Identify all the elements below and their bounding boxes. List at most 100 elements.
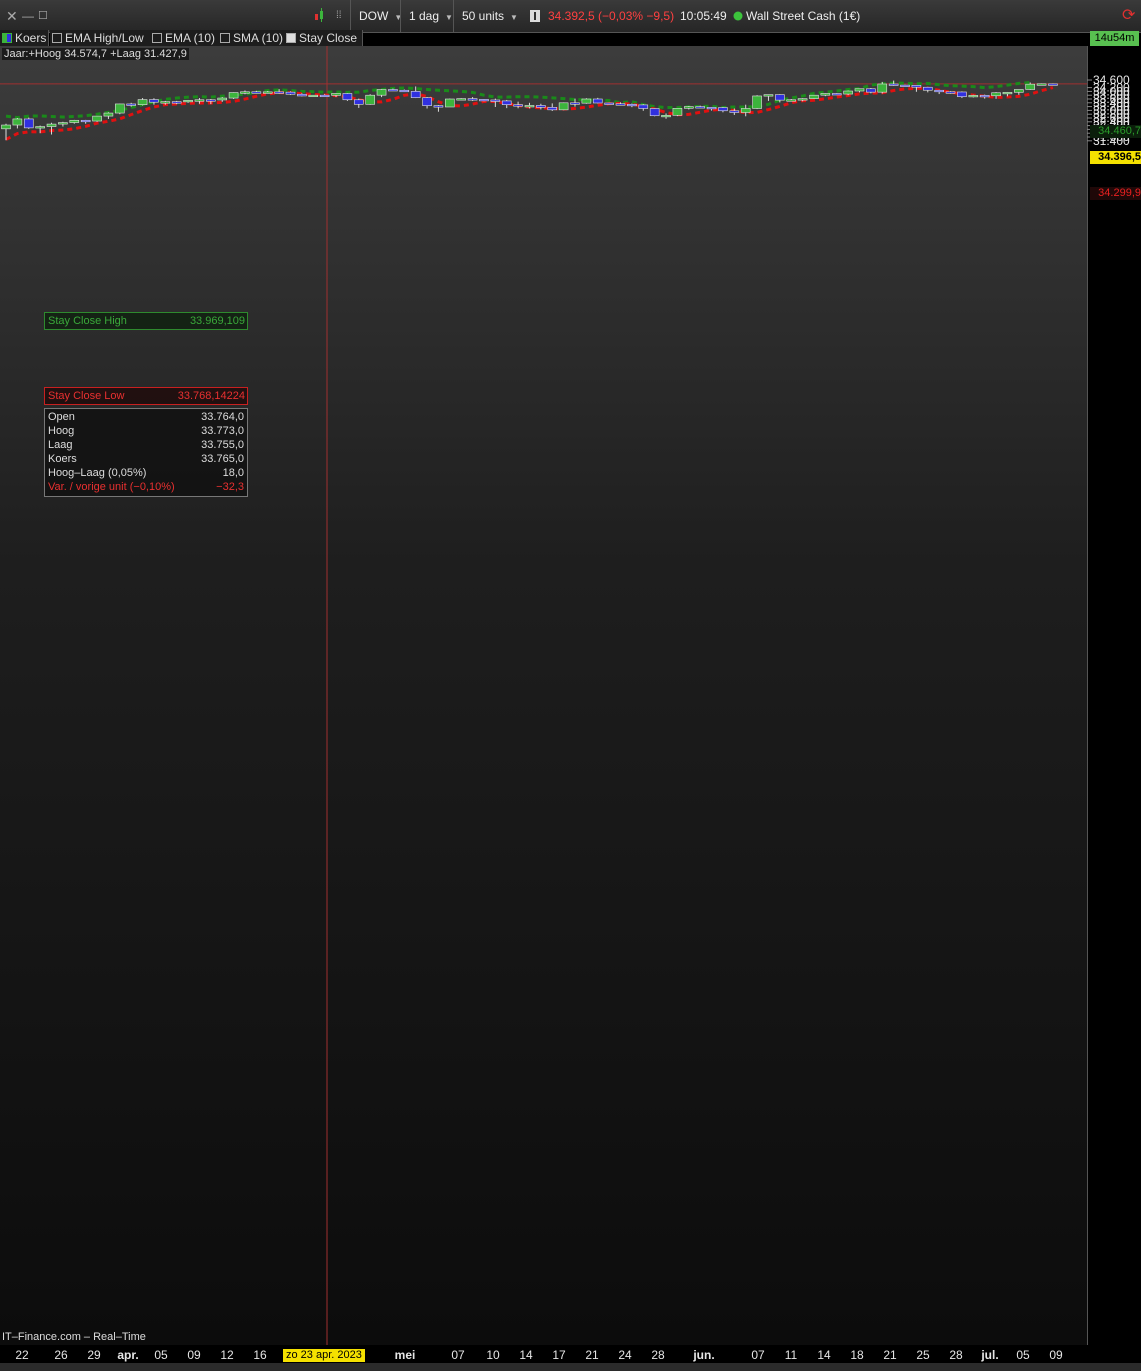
stay-close-high-line xyxy=(5,80,1031,120)
x-tick-label: 12 xyxy=(220,1348,234,1362)
candle-body xyxy=(615,103,626,106)
candle-body xyxy=(991,92,1001,97)
candle-body xyxy=(843,90,853,95)
candle-body xyxy=(376,89,387,96)
info-value: 18,0 xyxy=(222,467,244,479)
stay-high-price-box: 34.460,7 xyxy=(1090,125,1141,138)
candle-body xyxy=(979,95,990,98)
candle-body xyxy=(206,99,216,102)
candle-body xyxy=(718,107,728,112)
candle-body xyxy=(1036,83,1047,86)
candle-body xyxy=(353,99,364,105)
candle-body xyxy=(410,91,421,98)
candle-body xyxy=(809,94,819,99)
x-tick-label: jul. xyxy=(980,1348,998,1362)
candle-body xyxy=(524,105,535,108)
x-tick-label: jun. xyxy=(692,1348,714,1362)
candle-body xyxy=(285,91,296,95)
x-tick-label: 05 xyxy=(154,1348,168,1362)
candle-body xyxy=(547,107,558,111)
candle-body xyxy=(706,107,717,110)
candle-body xyxy=(729,110,740,113)
candle-body xyxy=(12,118,23,126)
legend-label: Stay Close xyxy=(299,31,358,45)
chart-svg[interactable]: 34.60034.20034.00033.80033.60033.40033.2… xyxy=(0,0,1141,1371)
candle-body xyxy=(183,100,193,103)
candle-body xyxy=(251,91,262,94)
candle-body xyxy=(911,85,922,88)
x-tick-label: 21 xyxy=(585,1348,599,1362)
candle-body xyxy=(1048,83,1058,86)
legend-ema-10[interactable]: EMA (10) xyxy=(150,30,221,46)
info-row-range: Hoog–Laag (0,05%) 18,0 xyxy=(48,466,244,480)
candle-body xyxy=(23,118,34,129)
x-tick-label: 18 xyxy=(850,1348,864,1362)
checkbox-icon xyxy=(286,33,296,43)
candle-body xyxy=(877,83,888,93)
checkbox-icon xyxy=(152,33,162,43)
legend-stay-close[interactable]: Stay Close xyxy=(284,30,363,46)
candle-body xyxy=(866,88,876,93)
legend-sma-10[interactable]: SMA (10) xyxy=(218,30,287,46)
candle-body xyxy=(171,101,182,104)
x-tick-label: 26 xyxy=(54,1348,68,1362)
candle-body xyxy=(46,123,57,127)
info-label: Hoog xyxy=(48,425,75,437)
legend-label: EMA High/Low xyxy=(65,31,144,45)
timer-badge: 14u54m xyxy=(1090,31,1139,46)
candle-body xyxy=(490,99,501,102)
stay-low-value: 33.768,14224 xyxy=(177,390,245,402)
candle-body xyxy=(217,97,228,101)
ohlc-info-box: Open 33.764,0 Hoog 33.773,0 Laag 33.755,0 K… xyxy=(44,408,248,497)
legend-label: SMA (10) xyxy=(233,31,284,45)
x-tick-label: 22 xyxy=(15,1348,29,1362)
candle-body xyxy=(69,119,80,123)
x-tick-label: 14 xyxy=(817,1348,831,1362)
x-tick-label: apr. xyxy=(117,1348,138,1362)
candle-body xyxy=(319,94,330,97)
x-tick-label: 07 xyxy=(451,1348,465,1362)
candle-body xyxy=(274,91,284,94)
checkbox-icon xyxy=(52,33,62,43)
checkbox-icon xyxy=(2,33,12,43)
candle-body xyxy=(786,99,797,102)
candle-body xyxy=(536,105,546,108)
candle-body xyxy=(331,93,341,96)
x-tick-label: 11 xyxy=(785,1348,798,1362)
x-tick-label: 09 xyxy=(1049,1348,1063,1362)
candle-body xyxy=(854,88,865,92)
x-tick-label: 21 xyxy=(883,1348,897,1362)
info-row-close: Koers 33.765,0 xyxy=(48,452,244,466)
info-label: Laag xyxy=(48,439,73,451)
stay-close-low-line xyxy=(5,86,1054,141)
checkbox-icon xyxy=(220,33,230,43)
stay-high-value: 33.969,109 xyxy=(189,315,245,327)
candle-body xyxy=(957,91,967,98)
info-label: Hoog–Laag (0,05%) xyxy=(48,467,147,479)
candle-body xyxy=(342,93,353,101)
info-row-low: Laag 33.755,0 xyxy=(48,438,244,452)
x-tick-label: mei xyxy=(395,1348,416,1362)
candle-body xyxy=(763,94,774,97)
candle-body xyxy=(661,115,671,118)
info-row-change: Var. / vorige unit (−0,10%) −32,3 xyxy=(48,480,244,494)
candle-body xyxy=(592,98,603,104)
candle-body xyxy=(968,95,979,98)
candle-body xyxy=(137,99,148,105)
candle-body xyxy=(92,115,102,122)
info-value: 33.765,0 xyxy=(201,453,244,465)
legend-label: Koers xyxy=(15,31,47,45)
x-tick-label: 10 xyxy=(486,1348,500,1362)
legend-koers[interactable]: Koers xyxy=(0,30,49,46)
candle-body xyxy=(35,126,45,129)
candle-body xyxy=(126,103,136,106)
legend-ema-high-low[interactable]: EMA High/Low xyxy=(50,30,151,46)
candle-body xyxy=(433,105,444,108)
candle-body xyxy=(160,101,171,104)
info-row-open: Open 33.764,0 xyxy=(48,410,244,424)
candle-body xyxy=(900,84,910,87)
x-tick-label: 29 xyxy=(87,1348,101,1362)
candle-body xyxy=(149,99,159,103)
info-label: Koers xyxy=(48,453,77,465)
candle-body xyxy=(604,102,614,105)
